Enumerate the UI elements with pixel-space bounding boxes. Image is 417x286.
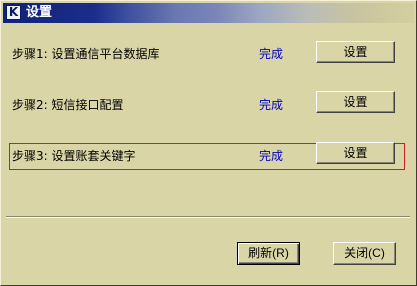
refresh-button[interactable]: 刷新(R) — [237, 242, 300, 265]
title-bar[interactable]: K 设置 — [3, 3, 414, 23]
close-button[interactable]: 关闭(C) — [333, 242, 396, 265]
step-2-label: 步骤2: 短信接口配置 — [12, 98, 124, 112]
step-3-settings-button[interactable]: 设置 — [316, 142, 395, 164]
step-1-status: 完成 — [259, 47, 284, 61]
step-3-label: 步骤3: 设置账套关键字 — [12, 149, 136, 163]
step-2-settings-button[interactable]: 设置 — [316, 91, 395, 113]
window-title: 设置 — [26, 5, 53, 20]
step-3-status: 完成 — [259, 149, 284, 163]
footer-separator — [6, 216, 410, 218]
settings-dialog: K 设置 步骤1: 设置通信平台数据库 完成 设置 步骤2: 短信接口配置 完成… — [0, 0, 417, 286]
step-1-settings-button[interactable]: 设置 — [316, 41, 395, 63]
step-1-label: 步骤1: 设置通信平台数据库 — [12, 47, 160, 61]
step-2-status: 完成 — [259, 98, 284, 112]
app-logo-icon: K — [6, 5, 21, 20]
